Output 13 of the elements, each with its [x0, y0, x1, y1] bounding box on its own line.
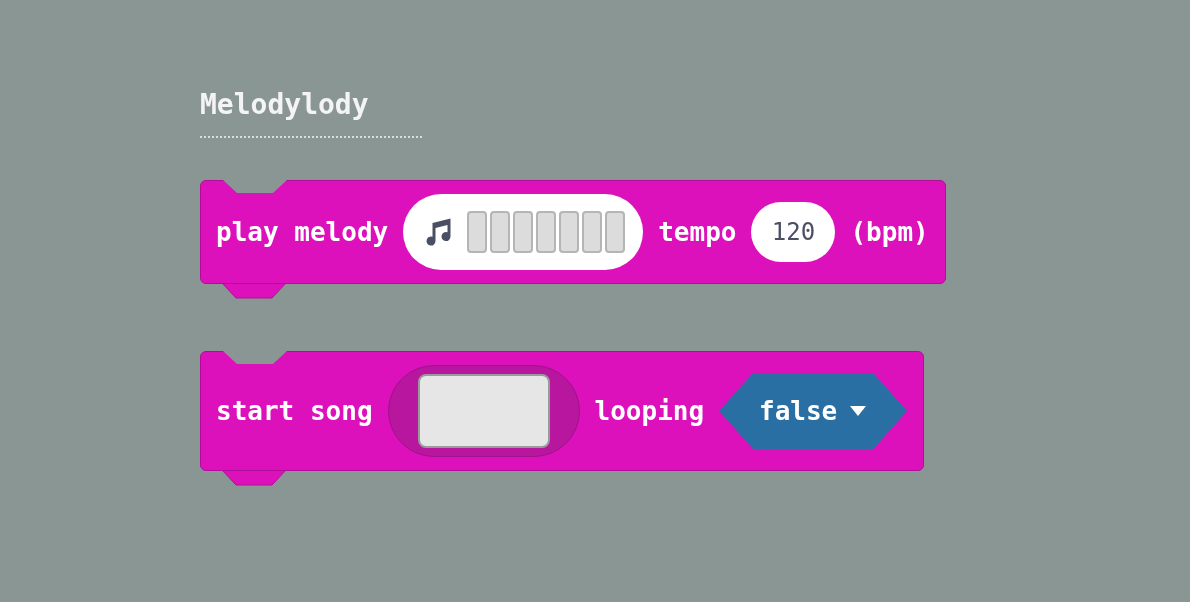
block-label: play melody — [216, 215, 389, 249]
block-label: start song — [216, 394, 373, 428]
connector-tab-icon — [222, 470, 286, 486]
connector-tab-icon — [222, 283, 286, 299]
heading: Melodylody — [200, 87, 369, 123]
caret-icon — [849, 405, 868, 417]
block-label: looping — [594, 394, 705, 428]
dropdown[interactable]: false — [719, 373, 908, 449]
block-label: tempo — [658, 215, 737, 249]
notch-icon — [223, 351, 287, 365]
number-field[interactable]: 120 — [751, 202, 836, 262]
notch-icon — [223, 180, 287, 194]
block-label: (bpm) — [850, 215, 929, 249]
